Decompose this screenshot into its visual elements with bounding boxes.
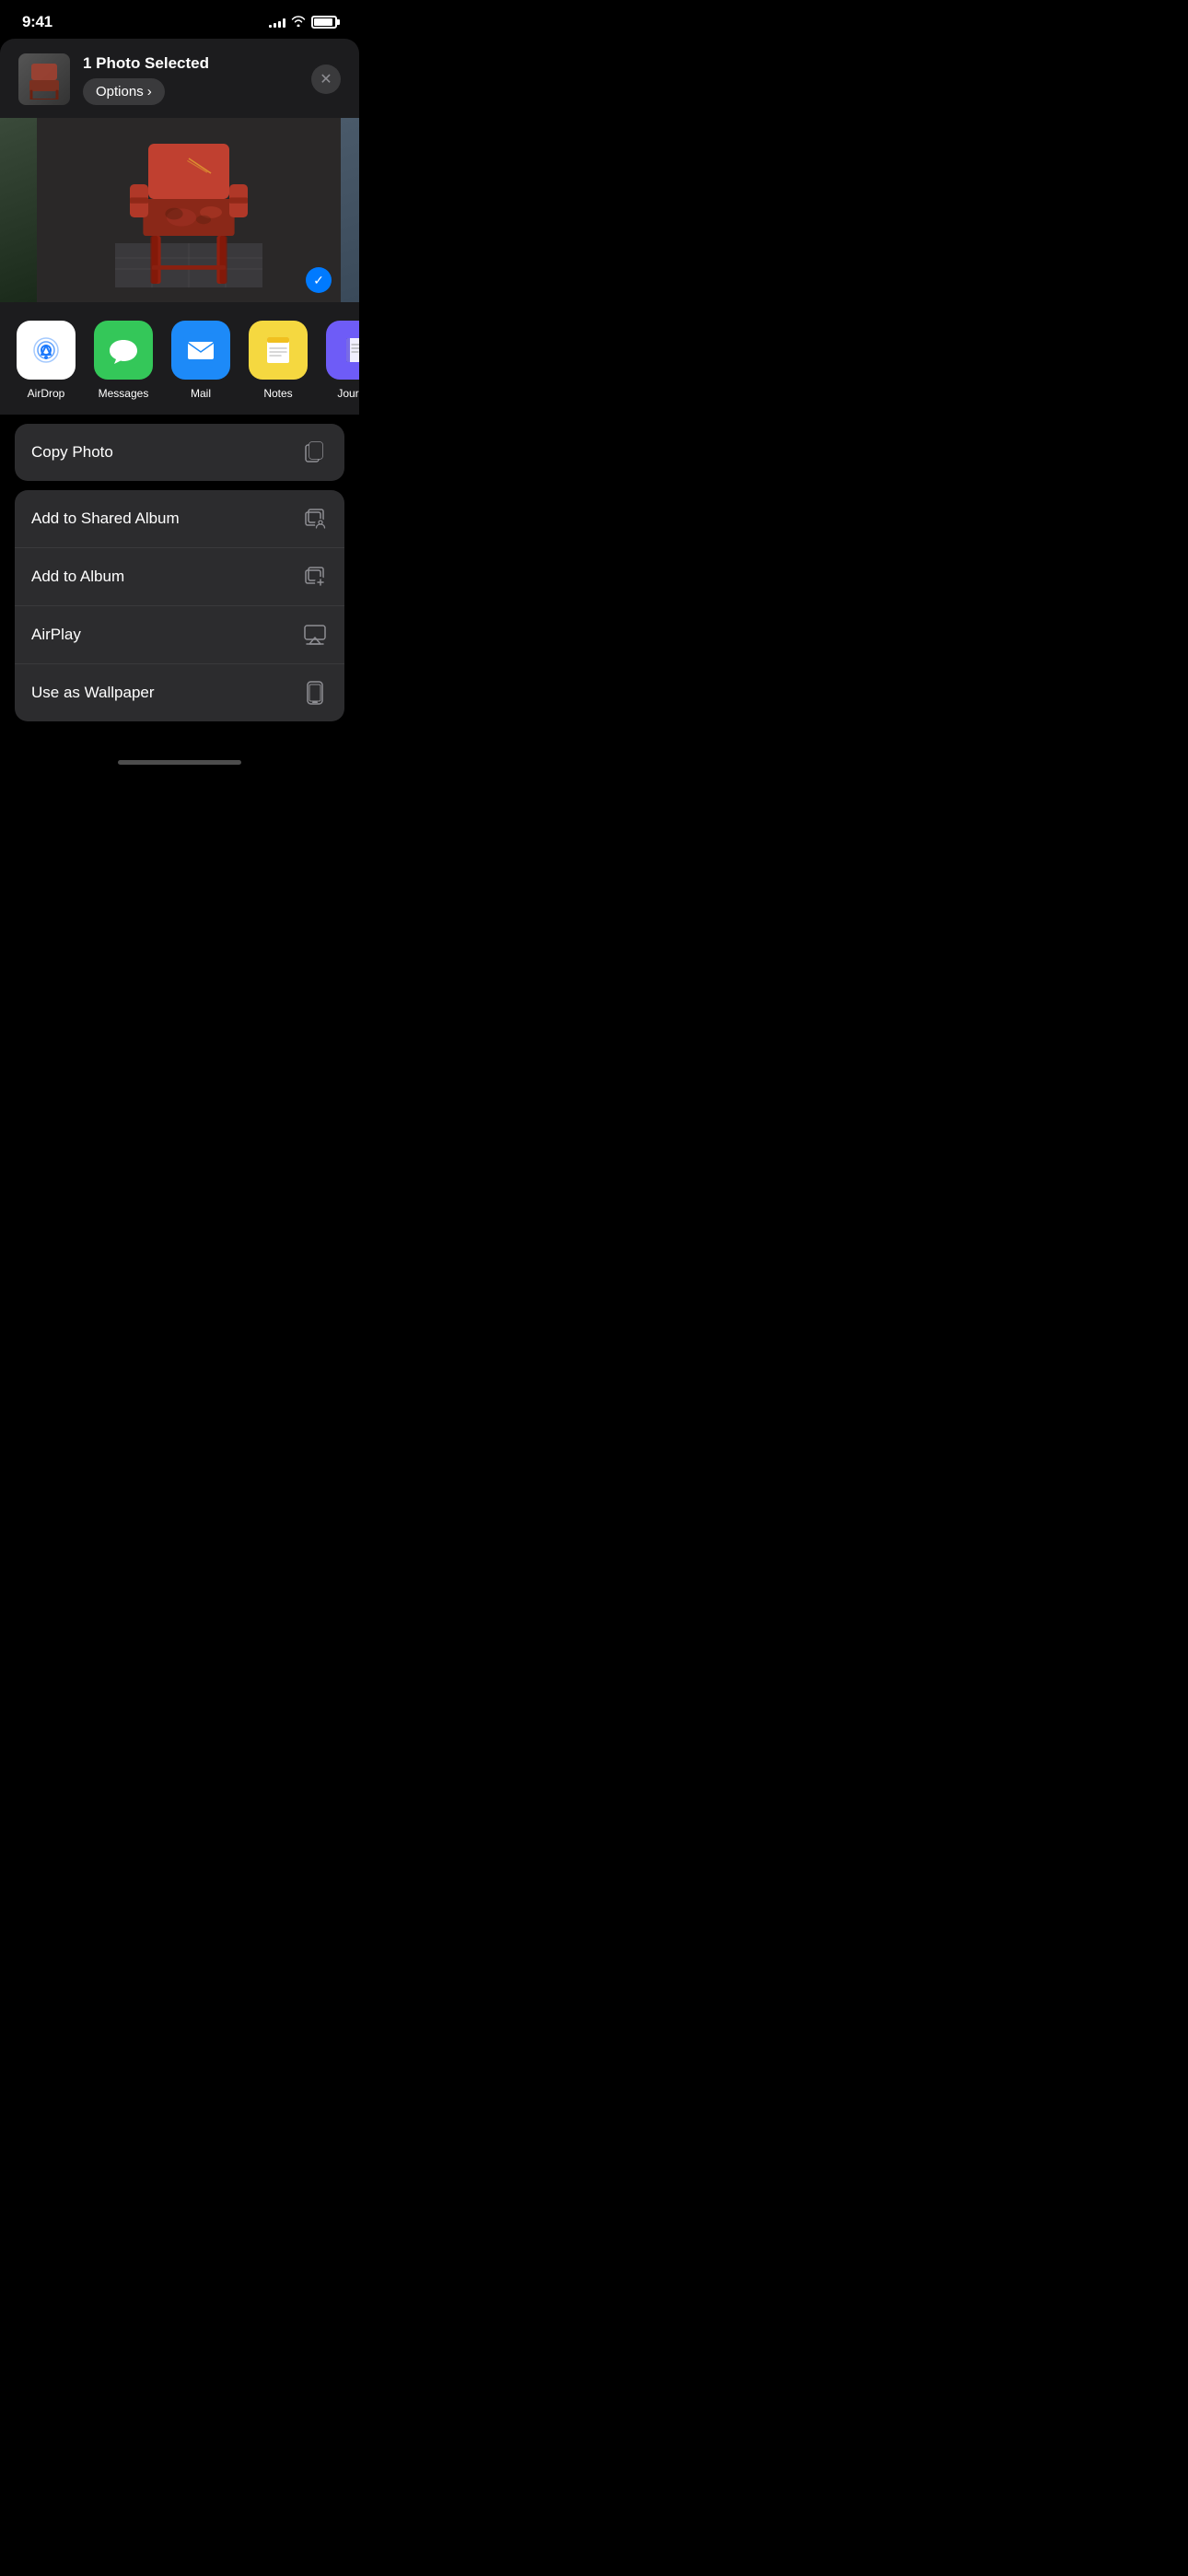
app-item-airdrop[interactable]: AirDrop xyxy=(15,321,77,400)
options-button[interactable]: Options › xyxy=(83,78,165,105)
app-row: AirDrop Messages Mail xyxy=(0,302,359,415)
add-album-action[interactable]: Add to Album xyxy=(15,548,344,606)
photo-main[interactable]: ✓ xyxy=(37,118,341,302)
photo-strip: ✓ xyxy=(0,118,359,302)
home-bar xyxy=(118,760,241,765)
copy-photo-action[interactable]: Copy Photo xyxy=(15,424,344,481)
app-item-notes[interactable]: Notes xyxy=(247,321,309,400)
status-icons xyxy=(269,15,337,29)
wallpaper-icon xyxy=(302,680,328,706)
copy-photo-label: Copy Photo xyxy=(31,443,113,462)
notes-icon xyxy=(249,321,308,380)
photo-left-peek xyxy=(0,118,37,302)
airplay-label: AirPlay xyxy=(31,626,81,644)
messages-icon xyxy=(94,321,153,380)
photo-selected-title: 1 Photo Selected xyxy=(83,54,298,73)
add-album-label: Add to Album xyxy=(31,568,124,586)
copy-icon xyxy=(302,439,328,465)
app-item-messages[interactable]: Messages xyxy=(92,321,155,400)
photo-selected-checkmark: ✓ xyxy=(306,267,332,293)
action-group-1: Copy Photo xyxy=(15,424,344,481)
add-album-icon xyxy=(302,564,328,590)
journal-label: Journal xyxy=(337,387,359,400)
mail-label: Mail xyxy=(191,387,211,400)
chair-photo xyxy=(37,118,341,302)
messages-label: Messages xyxy=(99,387,149,400)
photo-right-peek xyxy=(341,118,359,302)
shared-album-icon xyxy=(302,506,328,532)
selected-photo-thumbnail xyxy=(18,53,70,105)
action-group-2: Add to Shared Album Add to Album AirPlay xyxy=(15,490,344,721)
mail-icon xyxy=(171,321,230,380)
wifi-icon xyxy=(291,15,306,29)
close-button[interactable]: ✕ xyxy=(311,64,341,94)
add-shared-album-label: Add to Shared Album xyxy=(31,509,180,528)
add-shared-album-action[interactable]: Add to Shared Album xyxy=(15,490,344,548)
airdrop-icon xyxy=(17,321,76,380)
status-time: 9:41 xyxy=(22,13,52,31)
status-bar: 9:41 xyxy=(0,0,359,39)
airplay-icon xyxy=(302,622,328,648)
airplay-action[interactable]: AirPlay xyxy=(15,606,344,664)
share-info: 1 Photo Selected Options › xyxy=(83,54,298,105)
app-item-journal[interactable]: Journal xyxy=(324,321,359,400)
battery-icon xyxy=(311,16,337,29)
notes-label: Notes xyxy=(263,387,292,400)
airdrop-label: AirDrop xyxy=(28,387,65,400)
journal-icon xyxy=(326,321,359,380)
app-item-mail[interactable]: Mail xyxy=(169,321,232,400)
share-header: 1 Photo Selected Options › ✕ xyxy=(0,39,359,118)
use-wallpaper-label: Use as Wallpaper xyxy=(31,684,155,702)
use-wallpaper-action[interactable]: Use as Wallpaper xyxy=(15,664,344,721)
home-indicator xyxy=(0,749,359,772)
signal-icon xyxy=(269,17,285,28)
